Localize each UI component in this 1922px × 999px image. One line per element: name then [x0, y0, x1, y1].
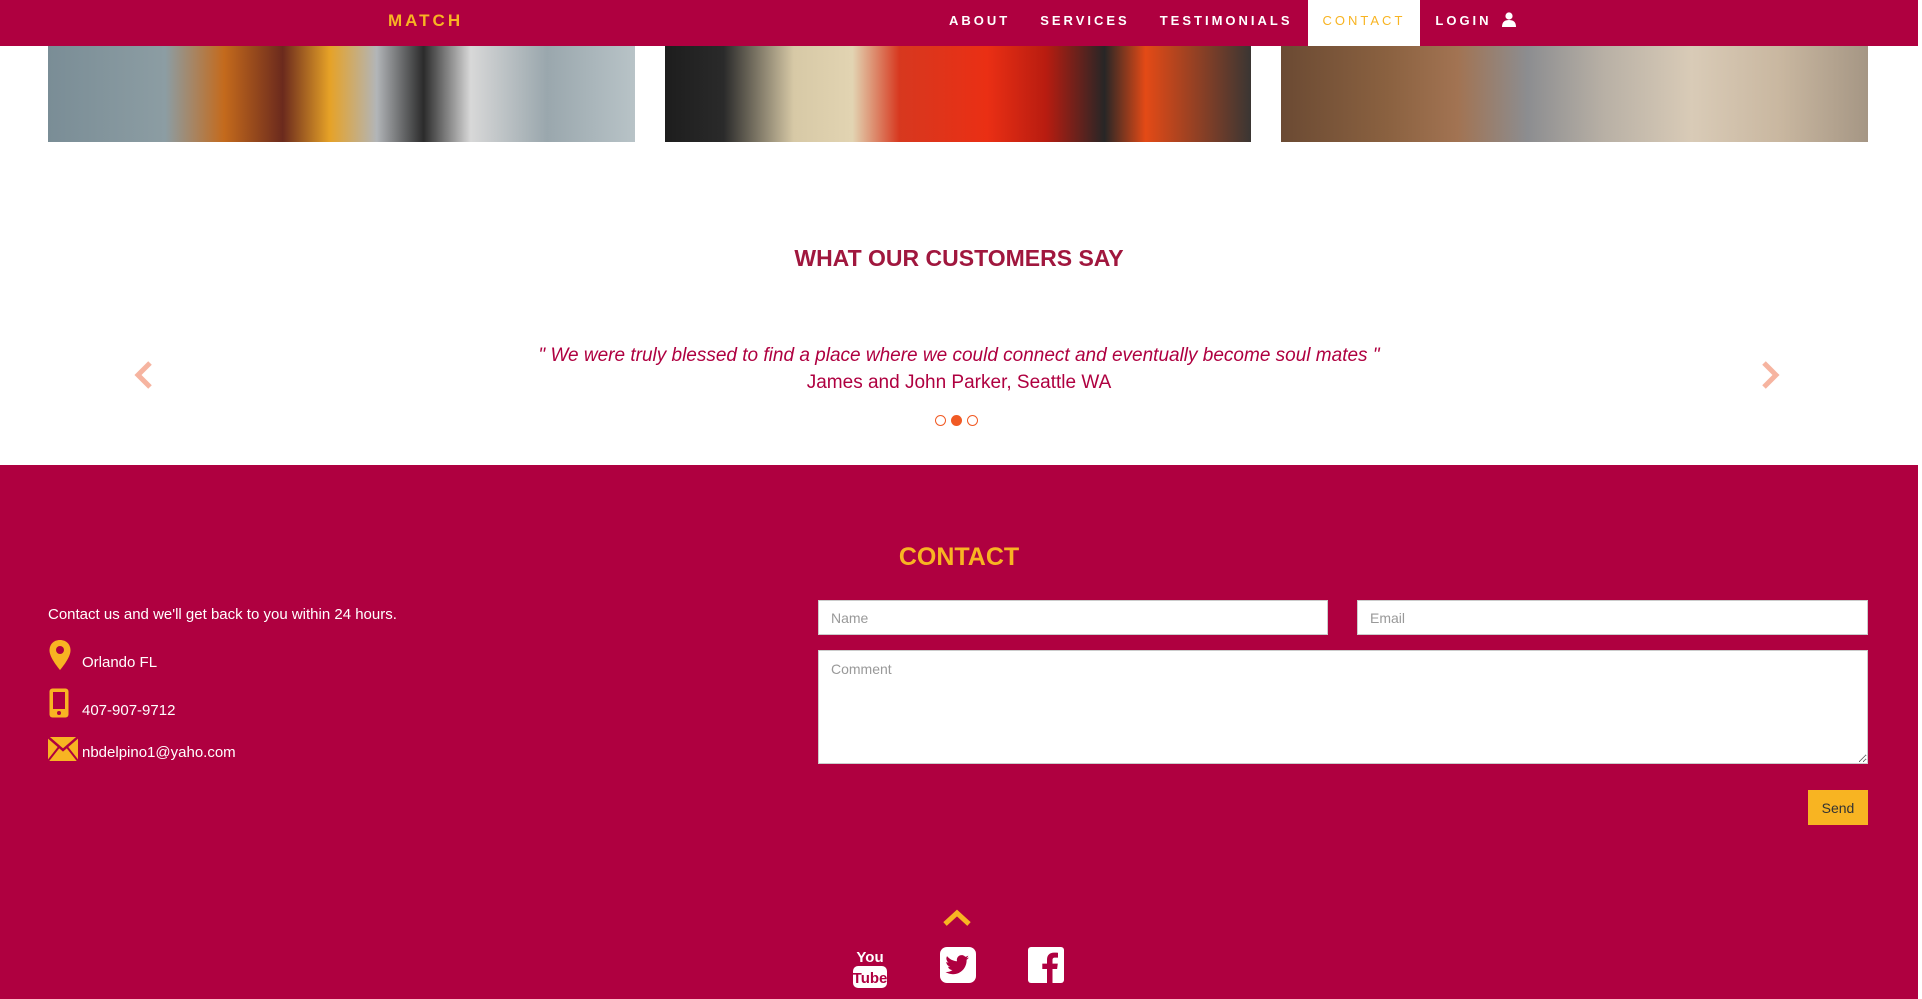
twitter-link[interactable] [940, 947, 976, 988]
location-text: Orlando FL [82, 654, 158, 671]
nav-services-label: SERVICES [1040, 13, 1130, 28]
carousel-dot-1[interactable] [935, 415, 946, 426]
nav-about[interactable]: ABOUT [934, 0, 1025, 46]
scroll-top-button[interactable] [942, 908, 972, 933]
twitter-icon [940, 947, 976, 983]
send-button[interactable]: Send [1808, 790, 1868, 825]
nav-contact-label: CONTACT [1322, 13, 1406, 28]
svg-text:Tube: Tube [853, 970, 888, 987]
comment-textarea[interactable] [818, 650, 1868, 764]
nav-links: ABOUT SERVICES TESTIMONIALS CONTACT LOGI… [934, 0, 1531, 46]
contact-intro: Contact us and we'll get back to you wit… [48, 606, 397, 623]
map-pin-icon [48, 639, 78, 671]
user-icon [1502, 2, 1517, 44]
contact-phone: 407-907-9712 [48, 687, 175, 719]
phone-text[interactable]: 407-907-9712 [82, 702, 175, 719]
nav-testimonials[interactable]: TESTIMONIALS [1145, 0, 1308, 46]
youtube-link[interactable]: You Tube [852, 947, 888, 994]
email-input[interactable] [1357, 600, 1868, 635]
nav-services[interactable]: SERVICES [1025, 0, 1145, 46]
facebook-link[interactable] [1028, 947, 1064, 988]
carousel-dot-2[interactable] [951, 415, 962, 426]
contact-email: nbdelpino1@yaho.com [48, 737, 236, 761]
contact-title: CONTACT [898, 543, 1020, 571]
nav-testimonials-label: TESTIMONIALS [1159, 13, 1293, 28]
carousel-next-button[interactable] [1756, 360, 1784, 390]
navbar: MATCH ABOUT SERVICES TESTIMONIALS CONTAC… [0, 0, 1918, 46]
contact-section: CONTACT Contact us and we'll get back to… [0, 465, 1918, 999]
carousel-indicators [935, 415, 978, 426]
nav-login[interactable]: LOGIN [1420, 0, 1531, 46]
testimonials-title: WHAT OUR CUSTOMERS SAY [794, 245, 1124, 271]
phone-icon [48, 687, 78, 719]
chevron-up-icon [943, 909, 971, 926]
name-input[interactable] [818, 600, 1328, 635]
svg-text:You: You [856, 949, 883, 966]
nav-login-label: LOGIN [1435, 13, 1492, 28]
facebook-icon [1028, 947, 1064, 983]
envelope-icon [48, 737, 78, 761]
youtube-icon: You Tube [853, 949, 888, 988]
contact-location: Orlando FL [48, 639, 157, 671]
chevron-right-icon [1762, 361, 1780, 389]
email-text[interactable]: nbdelpino1@yaho.com [82, 744, 236, 761]
carousel-dot-3[interactable] [967, 415, 978, 426]
brand-logo[interactable]: MATCH [388, 0, 463, 46]
page: MATCH ABOUT SERVICES TESTIMONIALS CONTAC… [0, 0, 1922, 999]
nav-about-label: ABOUT [949, 13, 1011, 28]
testimonial-author: James and John Parker, Seattle WA [806, 372, 1112, 393]
testimonial-quote: " We were truly blessed to find a place … [538, 345, 1380, 366]
nav-contact[interactable]: CONTACT [1307, 0, 1421, 46]
